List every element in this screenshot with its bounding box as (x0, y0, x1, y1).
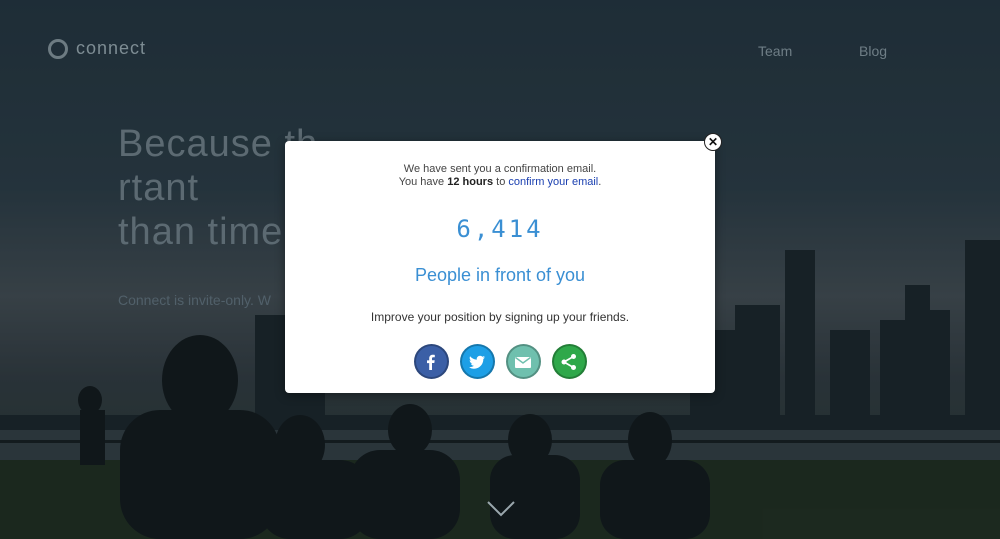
facebook-icon (427, 354, 435, 370)
email-icon (515, 356, 531, 368)
message-line-2-suffix: . (598, 176, 602, 188)
hours-remaining: 12 hours (447, 176, 494, 188)
close-icon: ✕ (707, 135, 719, 149)
confirm-email-link[interactable]: confirm your email (508, 176, 598, 188)
facebook-share-button[interactable] (413, 344, 449, 379)
confirmation-message: We have sent you a confirmation email. Y… (285, 163, 715, 189)
scroll-down-chevron-icon[interactable] (486, 500, 516, 518)
hero-subtitle: Connect is invite-only. W (118, 292, 272, 308)
nav-blog-link[interactable]: Blog (859, 43, 887, 59)
confirmation-modal: We have sent you a confirmation email. Y… (285, 141, 715, 393)
email-share-button[interactable] (505, 344, 541, 379)
logo-icon (48, 38, 68, 59)
message-line-2: You have 12 hours to confirm your email. (285, 176, 715, 189)
twitter-icon (469, 355, 485, 369)
message-line-2-prefix: You have (398, 176, 448, 188)
queue-position-label: People in front of you (414, 265, 586, 285)
hero-title-right: rtant (118, 167, 200, 209)
nav-team-link[interactable]: Team (758, 43, 792, 59)
generic-share-button[interactable] (551, 344, 587, 379)
share-buttons (285, 344, 715, 379)
message-line-1: We have sent you a confirmation email. (403, 163, 597, 175)
close-modal-button[interactable]: ✕ (704, 133, 722, 151)
hero-title-line2: than time (118, 211, 284, 253)
queue-position-count: 6,414 (456, 215, 544, 243)
message-line-2-mid: to (493, 176, 509, 188)
logo[interactable]: connect (48, 38, 146, 59)
improve-position-text: Improve your position by signing up your… (370, 310, 630, 324)
logo-text: connect (76, 38, 147, 58)
twitter-share-button[interactable] (459, 344, 495, 379)
share-icon (561, 353, 576, 370)
